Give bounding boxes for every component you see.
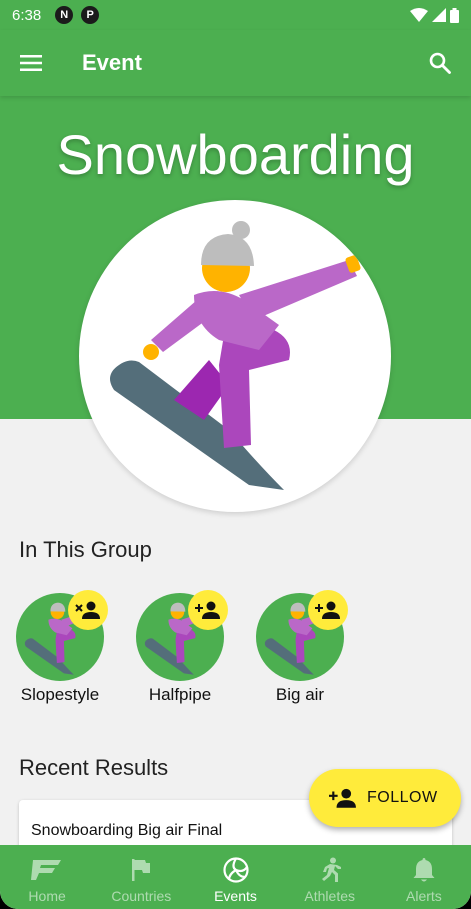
runner-icon (321, 857, 341, 882)
flag-f-logo-icon (31, 860, 62, 880)
wifi-icon (410, 8, 428, 22)
follow-button-label: FOLLOW (367, 789, 438, 806)
group-section-title: In This Group (19, 537, 152, 562)
nav-home-label: Home (28, 888, 66, 904)
hamburger-menu-icon (20, 55, 42, 71)
follow-button[interactable]: FOLLOW (309, 769, 461, 827)
snowboarder-icon (110, 221, 361, 490)
group-item-label: Big air (275, 685, 325, 704)
nav-athletes-label: Athletes (304, 888, 355, 904)
nav-events-label: Events (214, 888, 257, 904)
nav-alerts[interactable]: Alerts (377, 845, 471, 909)
person-add-icon (315, 601, 340, 619)
group-item-label: Halfpipe (148, 685, 212, 704)
follow-badge[interactable] (188, 590, 228, 630)
nav-athletes[interactable]: Athletes (283, 845, 377, 909)
result-title: Snowboarding Big air Final (31, 822, 223, 839)
group-list: Slopestyle Halfpipe Big air (0, 590, 471, 720)
nav-alerts-label: Alerts (406, 888, 442, 904)
unfollow-badge[interactable] (68, 590, 108, 630)
app-bar-title: Event (82, 50, 142, 75)
bottom-navigation: Home Countries Events Athletes Alerts (0, 845, 471, 909)
nav-events[interactable]: Events (188, 845, 282, 909)
status-icons (410, 7, 459, 23)
menu-button[interactable] (0, 30, 62, 96)
signal-icon (432, 8, 446, 22)
person-add-icon (329, 788, 356, 808)
nav-countries[interactable]: Countries (94, 845, 188, 909)
volleyball-icon (222, 857, 249, 883)
bell-icon (413, 858, 435, 882)
results-section-title: Recent Results (19, 755, 169, 780)
flag-icon (132, 859, 151, 881)
notification-icon: P (81, 6, 100, 24)
status-time: 6:38 (12, 6, 42, 24)
search-icon (429, 52, 451, 74)
person-add-icon (195, 601, 220, 619)
app-screen: 6:38 N P Event Snowboarding In This Grou… (0, 0, 471, 909)
notification-icon: N (55, 6, 74, 24)
follow-badge[interactable] (308, 590, 348, 630)
app-bar: Event (0, 30, 471, 96)
group-item-label: Slopestyle (20, 685, 100, 704)
nav-home[interactable]: Home (0, 845, 94, 909)
status-bar: 6:38 N P (0, 0, 471, 30)
battery-icon (450, 7, 459, 23)
event-title: Snowboarding (56, 123, 415, 186)
search-button[interactable] (409, 30, 471, 96)
nav-countries-label: Countries (111, 888, 172, 904)
event-image (79, 200, 391, 512)
person-remove-icon (75, 601, 100, 619)
